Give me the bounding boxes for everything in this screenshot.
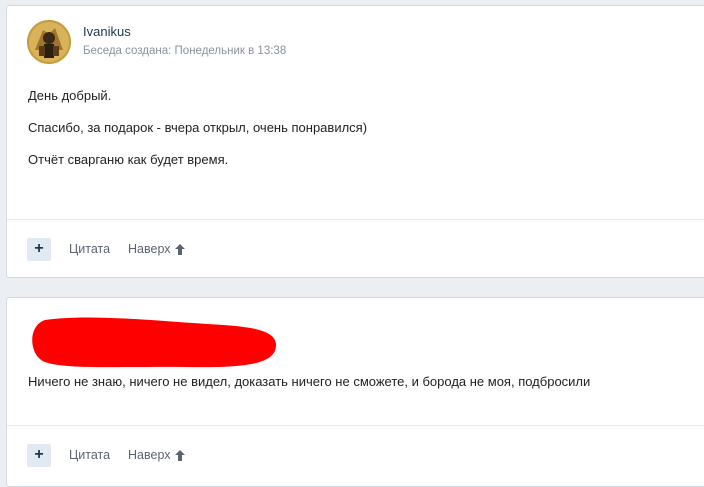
back-to-top-label: Наверх	[128, 448, 171, 462]
post-body: Ничего не знаю, ничего не видел, доказат…	[28, 373, 590, 405]
quote-button[interactable]: Цитата	[69, 242, 110, 256]
post-2: Ничего не знаю, ничего не видел, доказат…	[6, 297, 704, 487]
back-to-top-link[interactable]: Наверх	[128, 448, 185, 462]
post-paragraph: Отчёт сварганю как будет время.	[28, 152, 229, 167]
arrow-up-icon	[174, 243, 185, 255]
multiquote-plus-button[interactable]: +	[27, 443, 51, 467]
post-1: Ivanikus Беседа создана: Понедельник в 1…	[6, 5, 704, 278]
post-author: Ivanikus Беседа создана: Понедельник в 1…	[27, 20, 286, 64]
post-paragraph: Ничего не знаю, ничего не видел, доказат…	[28, 374, 591, 389]
post-footer: + Цитата Наверх	[7, 425, 704, 484]
post-paragraph: Спасибо, за подарок - вчера открыл, очен…	[28, 120, 368, 135]
author-name[interactable]: Ivanikus	[83, 24, 286, 40]
arrow-up-icon	[174, 449, 185, 461]
post-date: Беседа создана: Понедельник в 13:38	[83, 45, 287, 57]
post-footer: + Цитата Наверх	[7, 219, 704, 278]
avatar[interactable]	[27, 20, 71, 64]
back-to-top-link[interactable]: Наверх	[128, 242, 185, 256]
post-body: День добрый. Спасибо, за подарок - вчера…	[28, 87, 367, 183]
post-paragraph: День добрый.	[28, 88, 112, 103]
redaction-mark	[32, 317, 277, 368]
multiquote-plus-button[interactable]: +	[27, 237, 51, 261]
quote-button[interactable]: Цитата	[69, 448, 110, 462]
back-to-top-label: Наверх	[128, 242, 171, 256]
